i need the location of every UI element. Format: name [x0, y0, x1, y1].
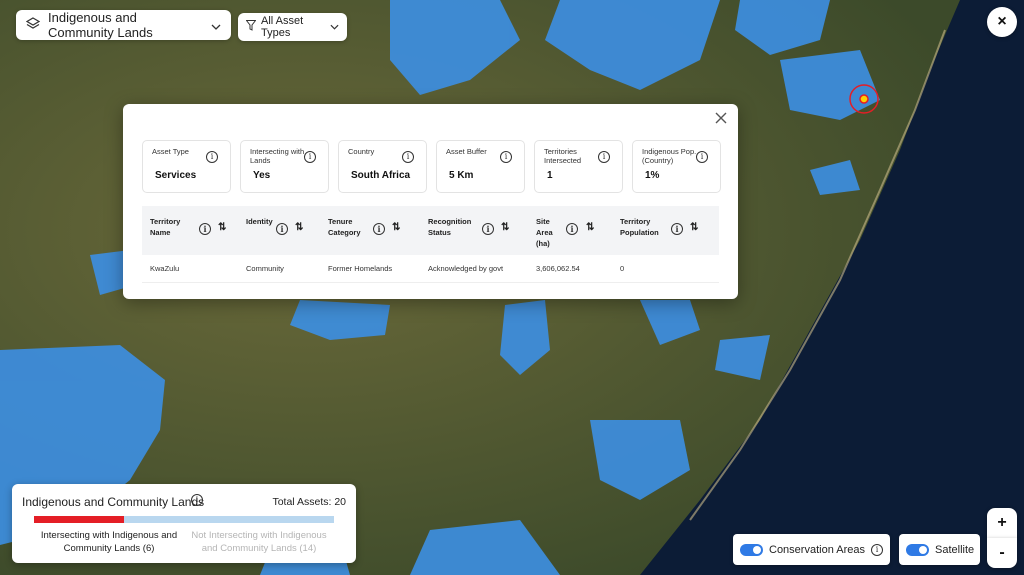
- lands-legend: Indigenous and Community Lands i Total A…: [12, 484, 356, 563]
- card-label: Country: [348, 147, 375, 156]
- satellite-label: Satellite: [935, 543, 975, 556]
- legend-title: Indigenous and Community Lands: [22, 495, 205, 509]
- zoom-out-button[interactable]: -: [987, 538, 1017, 568]
- info-icon[interactable]: i: [500, 151, 512, 163]
- layer-select-label: Indigenous and Community Lands: [48, 10, 153, 40]
- card-value: Services: [155, 170, 197, 181]
- info-icon[interactable]: i: [402, 151, 414, 163]
- table-row[interactable]: KwaZulu Community Former Homelands Ackno…: [142, 255, 719, 283]
- info-icon[interactable]: i: [566, 223, 578, 235]
- info-icon[interactable]: i: [871, 543, 883, 556]
- satellite-toggle[interactable]: Satellite: [899, 534, 980, 565]
- card-label: Territories Intersected: [544, 147, 582, 165]
- territory-table: Territory Name i ⇅ Identity i ⇅ Tenure C…: [142, 206, 719, 283]
- info-icon[interactable]: i: [191, 494, 203, 506]
- card-territories: Territories Intersected i 1: [534, 140, 623, 193]
- info-icon[interactable]: i: [482, 223, 494, 235]
- asset-type-label: All Asset Types: [261, 15, 304, 39]
- modal-close-icon[interactable]: [713, 110, 729, 126]
- cell-recognition: Acknowledged by govt: [428, 264, 504, 273]
- cell-tenure: Former Homelands: [328, 264, 393, 273]
- card-indigenous-pop: Indigenous Pop. (Country) i 1%: [632, 140, 721, 193]
- sort-icon[interactable]: ⇅: [295, 222, 303, 233]
- chevron-down-icon: [330, 21, 339, 33]
- info-icon[interactable]: i: [598, 151, 610, 163]
- sort-icon[interactable]: ⇅: [392, 222, 400, 233]
- info-icon[interactable]: i: [696, 151, 708, 163]
- card-country: Country i South Africa: [338, 140, 427, 193]
- cell-population: 0: [620, 264, 625, 273]
- card-asset-buffer: Asset Buffer i 5 Km: [436, 140, 525, 193]
- intersecting-bar-fill: [34, 516, 124, 523]
- layers-icon: [25, 16, 41, 34]
- column-header: Territory Population i ⇅: [620, 217, 699, 237]
- conservation-areas-toggle[interactable]: Conservation Areas i: [733, 534, 890, 565]
- card-intersecting: Intersecting with Lands i Yes: [240, 140, 329, 193]
- card-asset-type: Asset Type i Services: [142, 140, 231, 193]
- intersecting-label[interactable]: Intersecting with Indigenous and Communi…: [34, 529, 184, 555]
- sort-icon[interactable]: ⇅: [218, 222, 226, 233]
- sort-icon[interactable]: ⇅: [501, 222, 509, 233]
- toggle-switch[interactable]: [906, 543, 929, 556]
- layer-select[interactable]: Indigenous and Community Lands: [16, 10, 231, 40]
- cell-site-area: 3,606,062.54: [536, 264, 580, 273]
- close-icon[interactable]: ×: [987, 7, 1017, 37]
- info-icon[interactable]: i: [206, 151, 218, 163]
- column-header: Tenure Category i ⇅: [328, 217, 401, 237]
- asset-type-select[interactable]: All Asset Types: [238, 13, 347, 41]
- info-icon[interactable]: i: [276, 223, 288, 235]
- column-header: Territory Name i ⇅: [150, 217, 227, 237]
- toggle-switch[interactable]: [740, 543, 763, 556]
- card-value: 1: [547, 170, 553, 181]
- intersection-bar: [34, 516, 334, 523]
- column-header: Identity i ⇅: [246, 217, 304, 235]
- cell-territory-name: KwaZulu: [150, 264, 180, 273]
- filter-icon: [245, 20, 257, 34]
- summary-cards: Asset Type i Services Intersecting with …: [142, 140, 721, 193]
- asset-details-modal: Asset Type i Services Intersecting with …: [123, 104, 738, 299]
- cell-identity: Community: [246, 264, 284, 273]
- card-value: South Africa: [351, 170, 411, 181]
- total-assets: Total Assets: 20: [272, 496, 346, 508]
- sort-icon[interactable]: ⇅: [586, 222, 594, 233]
- sort-icon[interactable]: ⇅: [690, 222, 698, 233]
- card-label: Asset Type: [152, 147, 189, 156]
- not-intersecting-label[interactable]: Not Intersecting with Indigenous and Com…: [184, 529, 334, 555]
- info-icon[interactable]: i: [304, 151, 316, 163]
- card-value: 5 Km: [449, 170, 474, 181]
- column-header: Recognition Status i ⇅: [428, 217, 510, 237]
- card-label: Indigenous Pop. (Country): [642, 147, 697, 165]
- zoom-in-button[interactable]: +: [987, 508, 1017, 538]
- info-icon[interactable]: i: [199, 223, 211, 235]
- info-icon[interactable]: i: [671, 223, 683, 235]
- conservation-label: Conservation Areas: [769, 543, 865, 556]
- column-header: Site Area (ha) i ⇅: [536, 217, 595, 248]
- chevron-down-icon: [211, 18, 221, 33]
- table-header: Territory Name i ⇅ Identity i ⇅ Tenure C…: [142, 206, 719, 255]
- asset-marker: [859, 94, 869, 104]
- card-label: Intersecting with Lands: [250, 147, 305, 165]
- card-label: Asset Buffer: [446, 147, 487, 156]
- info-icon[interactable]: i: [373, 223, 385, 235]
- card-value: Yes: [253, 170, 271, 181]
- card-value: 1%: [645, 170, 660, 181]
